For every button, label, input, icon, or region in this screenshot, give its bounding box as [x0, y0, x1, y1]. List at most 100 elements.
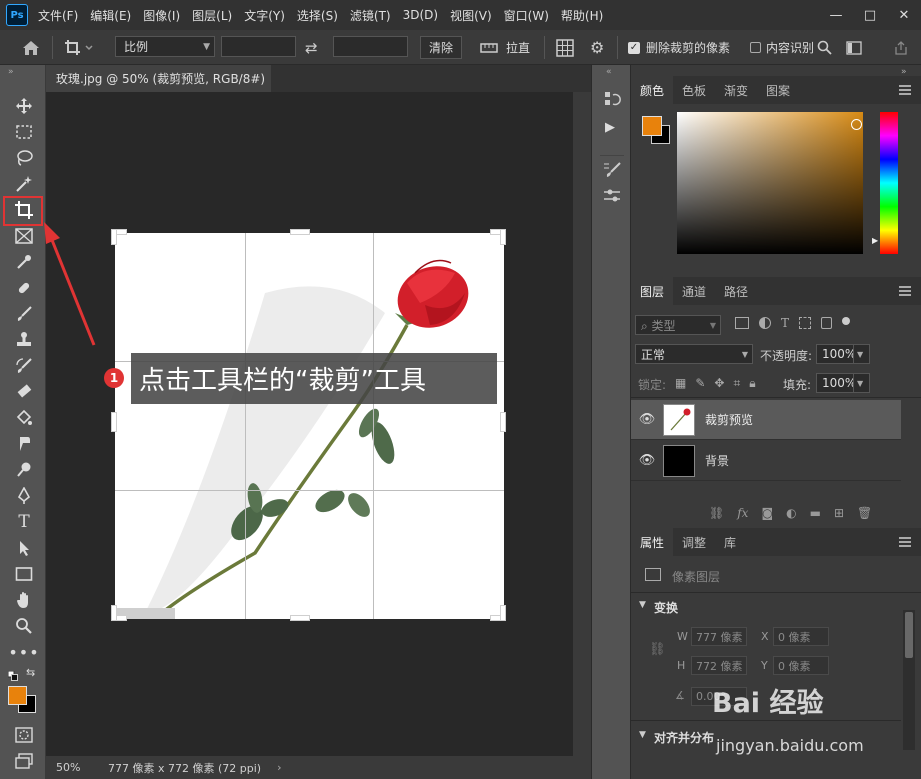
- folder-icon[interactable]: ▬: [810, 506, 821, 520]
- paint-bucket-tool-icon[interactable]: [12, 407, 36, 429]
- foreground-color-swatch[interactable]: [8, 686, 27, 705]
- smudge-tool-icon[interactable]: [12, 433, 36, 455]
- ratio-dropdown[interactable]: 比例 ▼: [115, 36, 215, 57]
- minimize-button[interactable]: —: [819, 0, 853, 30]
- play-actions-icon[interactable]: ▶: [605, 120, 615, 135]
- share-icon[interactable]: [893, 36, 909, 59]
- mask-icon[interactable]: ◙: [761, 506, 773, 520]
- collapse-arrows-icon[interactable]: «: [606, 67, 612, 77]
- ratio-width-input[interactable]: [221, 36, 296, 57]
- adjustment-filter-icon[interactable]: [759, 317, 771, 329]
- crop-handle[interactable]: [290, 229, 310, 235]
- collapse-arrows-icon[interactable]: »: [8, 67, 14, 77]
- tab-paths[interactable]: 路径: [715, 277, 757, 305]
- menu-layer[interactable]: 图层(L): [192, 7, 232, 24]
- swap-icon[interactable]: ⇄: [305, 36, 318, 59]
- eraser-tool-icon[interactable]: [12, 381, 36, 403]
- history-panel-icon[interactable]: [602, 89, 622, 112]
- fill-dropdown-button[interactable]: ▼: [853, 373, 870, 393]
- chevron-right-icon[interactable]: ›: [277, 761, 281, 774]
- crop-handle[interactable]: [290, 615, 310, 621]
- chevron-down-icon[interactable]: ▼: [639, 600, 646, 610]
- blend-mode-dropdown[interactable]: 正常 ▼: [635, 344, 753, 364]
- layer-row[interactable]: 👁︎ 背景: [631, 441, 901, 481]
- fx-icon[interactable]: fx: [737, 506, 748, 520]
- crop-handle[interactable]: [111, 229, 117, 245]
- adjustment-layer-icon[interactable]: ◐: [786, 506, 796, 520]
- gear-icon[interactable]: ⚙: [590, 36, 604, 59]
- overlay-grid-icon[interactable]: [556, 36, 574, 59]
- hue-slider[interactable]: [880, 112, 898, 254]
- search-icon[interactable]: [817, 36, 832, 59]
- color-picker-marker[interactable]: [851, 119, 862, 130]
- lock-image-icon[interactable]: ✎: [695, 376, 705, 391]
- straighten-button[interactable]: 拉直: [480, 36, 530, 59]
- new-layer-icon[interactable]: ⊞: [834, 506, 844, 520]
- brush-tool-icon[interactable]: [12, 303, 36, 325]
- more-tools-icon[interactable]: •••: [8, 641, 38, 663]
- type-filter-icon[interactable]: T: [781, 317, 789, 329]
- pen-tool-icon[interactable]: [12, 485, 36, 507]
- layer-row[interactable]: 👁︎ 裁剪预览: [631, 400, 901, 440]
- menu-view[interactable]: 视图(V): [450, 7, 492, 24]
- lasso-tool-icon[interactable]: [12, 147, 36, 169]
- width-field[interactable]: 777 像素: [691, 627, 747, 646]
- crop-handle[interactable]: [500, 605, 506, 621]
- crop-handle[interactable]: [111, 605, 117, 621]
- hue-slider-arrow-icon[interactable]: ▶: [872, 236, 878, 245]
- tab-color[interactable]: 颜色: [631, 76, 674, 104]
- scrollbar-thumb[interactable]: [905, 612, 913, 658]
- move-tool-icon[interactable]: [12, 95, 36, 117]
- menu-window[interactable]: 窗口(W): [504, 7, 549, 24]
- menu-3d[interactable]: 3D(D): [403, 8, 438, 22]
- clone-source-icon[interactable]: [602, 187, 622, 210]
- crop-preset-icon[interactable]: [64, 36, 94, 59]
- lock-artboard-icon[interactable]: ⌗: [733, 376, 740, 391]
- hand-tool-icon[interactable]: [12, 589, 36, 611]
- lock-all-icon[interactable]: 🔒︎: [749, 376, 755, 391]
- frame-tool-icon[interactable]: [12, 225, 36, 247]
- link-dimensions-icon[interactable]: ⛓︎: [649, 642, 666, 657]
- link-icon[interactable]: ⛓︎: [709, 506, 724, 520]
- smart-object-filter-icon[interactable]: [821, 317, 833, 329]
- height-field[interactable]: 772 像素: [691, 656, 747, 675]
- tab-libraries[interactable]: 库: [715, 528, 745, 556]
- home-icon[interactable]: [22, 36, 40, 59]
- layer-filter-dropdown[interactable]: ⌕ 类型 ▼: [635, 315, 721, 335]
- menu-edit[interactable]: 编辑(E): [90, 7, 131, 24]
- tab-gradients[interactable]: 渐变: [715, 76, 757, 104]
- type-tool-icon[interactable]: T: [12, 511, 36, 533]
- filter-toggle-icon[interactable]: [842, 317, 851, 325]
- tab-properties[interactable]: 属性: [631, 528, 674, 556]
- zoom-tool-icon[interactable]: [12, 615, 36, 637]
- panel-menu-icon[interactable]: [899, 537, 911, 547]
- default-colors-icon[interactable]: [7, 670, 18, 681]
- screen-mode-icon[interactable]: [12, 750, 36, 772]
- quick-mask-icon[interactable]: [12, 724, 36, 746]
- dodge-tool-icon[interactable]: [12, 459, 36, 481]
- healing-brush-tool-icon[interactable]: [12, 277, 36, 299]
- menu-filter[interactable]: 滤镜(T): [350, 7, 391, 24]
- y-field[interactable]: 0 像素: [773, 656, 829, 675]
- stamp-tool-icon[interactable]: [12, 329, 36, 351]
- magic-wand-tool-icon[interactable]: [12, 173, 36, 195]
- menu-image[interactable]: 图像(I): [143, 7, 180, 24]
- panel-menu-icon[interactable]: [899, 85, 911, 95]
- crop-canvas[interactable]: [115, 233, 504, 619]
- vertical-scrollbar[interactable]: [573, 92, 591, 756]
- shape-filter-icon[interactable]: [799, 317, 812, 329]
- document-tab[interactable]: 玫瑰.jpg @ 50% (裁剪预览, RGB/8#) ✕: [46, 65, 282, 92]
- delete-cropped-checkbox[interactable]: ✓ 删除裁剪的像素: [628, 36, 730, 59]
- properties-scrollbar[interactable]: [903, 610, 915, 750]
- menu-help[interactable]: 帮助(H): [561, 7, 603, 24]
- lock-position-icon[interactable]: ✥: [714, 376, 724, 391]
- crop-handle[interactable]: [500, 229, 506, 245]
- menu-select[interactable]: 选择(S): [297, 7, 338, 24]
- pixel-filter-icon[interactable]: [735, 317, 749, 329]
- chevron-down-icon[interactable]: ▼: [639, 730, 646, 740]
- tab-patterns[interactable]: 图案: [757, 76, 799, 104]
- swap-colors-icon[interactable]: ⇆: [26, 666, 35, 679]
- tab-channels[interactable]: 通道: [673, 277, 715, 305]
- close-button[interactable]: ✕: [887, 0, 921, 30]
- menu-file[interactable]: 文件(F): [38, 7, 78, 24]
